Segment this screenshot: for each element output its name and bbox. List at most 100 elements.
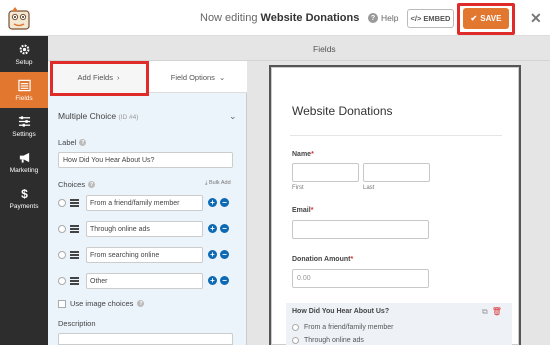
save-button[interactable]: ✔ SAVE [463, 8, 509, 29]
field-type-heading: Multiple Choice (ID #4) [58, 111, 138, 121]
help-icon[interactable]: ? [88, 181, 96, 188]
fields-icon [17, 79, 31, 91]
close-icon[interactable]: ✕ [530, 10, 542, 27]
image-choices-label: Use image choices [70, 299, 134, 308]
subheader-title: Fields [313, 44, 336, 54]
sidebar-item-marketing[interactable]: Marketing [0, 144, 48, 180]
wpforms-logo [8, 7, 30, 30]
choice-row: From a friend/family member + − [58, 195, 238, 211]
field-actions: ⧉ 🗑 [482, 307, 502, 317]
last-sublabel: Last [363, 185, 375, 191]
help-link[interactable]: ? Help [368, 13, 398, 23]
required-mark: * [311, 151, 314, 158]
default-radio[interactable] [58, 199, 66, 207]
field-id: (ID #4) [118, 114, 139, 121]
image-choices-checkbox[interactable] [58, 299, 66, 308]
donation-label: Donation Amount* [292, 256, 353, 263]
chevron-down-icon: ⌄ [218, 72, 226, 82]
gear-icon [19, 44, 29, 54]
panel-tabs: Add Fields › Field Options ⌄ [48, 61, 247, 96]
add-choice-icon[interactable]: + [208, 198, 217, 207]
email-label-text: Email [292, 207, 311, 214]
preview-option-label: From a friend/family member [304, 324, 394, 331]
megaphone-icon [19, 152, 29, 163]
fields-subheader: Fields [48, 36, 550, 61]
builder-sidebar: Setup Fields Settings Marketing $ Paymen… [0, 36, 48, 345]
help-label: Help [381, 13, 399, 23]
form-preview: Website Donations Name* First Last Email… [271, 67, 519, 345]
sidebar-item-label: Payments [9, 202, 39, 210]
top-bar: Now editing Website Donations ? Help </>… [0, 0, 550, 36]
required-mark: * [310, 207, 314, 214]
remove-choice-icon[interactable]: − [220, 198, 229, 207]
label-input[interactable]: How Did You Hear About Us? [58, 152, 233, 168]
drag-handle-icon[interactable] [70, 251, 79, 259]
collapse-chevron-icon[interactable]: ⌄ [229, 111, 237, 122]
choice-row: From searching online + − [58, 247, 238, 263]
choice-input[interactable]: From a friend/family member [86, 195, 203, 211]
remove-choice-icon[interactable]: − [220, 250, 229, 259]
sliders-icon [18, 115, 30, 127]
preview-option: From a friend/family member [292, 324, 393, 331]
sidebar-item-payments[interactable]: $ Payments [0, 180, 48, 216]
drag-handle-icon[interactable] [70, 199, 79, 207]
description-caption: Description [58, 319, 96, 328]
choice-input[interactable]: Through online ads [86, 221, 203, 237]
default-radio[interactable] [58, 251, 66, 259]
preview-radio [292, 337, 299, 344]
embed-label: EMBED [423, 14, 451, 23]
sidebar-item-settings[interactable]: Settings [0, 108, 48, 144]
add-fields-highlight [50, 61, 149, 96]
remove-choice-icon[interactable]: − [220, 276, 229, 285]
selected-field-block[interactable]: How Did You Hear About Us? ⧉ 🗑 From a fr… [286, 303, 512, 345]
add-choice-icon[interactable]: + [208, 276, 217, 285]
form-name: Website Donations [260, 12, 360, 24]
embed-button[interactable]: </> EMBED [407, 9, 454, 28]
sidebar-item-fields[interactable]: Fields [0, 72, 48, 108]
label-caption: Label ? [58, 138, 87, 147]
sidebar-item-setup[interactable]: Setup [0, 36, 48, 72]
help-icon: ? [368, 13, 378, 23]
choices-caption-text: Choices [58, 180, 86, 189]
description-caption-text: Description [58, 319, 96, 328]
sidebar-item-label: Setup [15, 58, 33, 66]
drag-handle-icon[interactable] [70, 225, 79, 233]
preview-option: Through online ads [292, 337, 364, 344]
choice-input[interactable]: Other [86, 273, 203, 289]
tab-field-options[interactable]: Field Options ⌄ [149, 61, 247, 93]
sidebar-item-label: Fields [15, 94, 33, 102]
code-icon: </> [410, 14, 422, 23]
choice-input[interactable]: From searching online [86, 247, 203, 263]
form-preview-area: Website Donations Name* First Last Email… [253, 61, 550, 345]
bulk-add-label: Bulk Add [208, 180, 231, 186]
check-icon: ✔ [470, 14, 478, 23]
trash-icon[interactable]: 🗑 [492, 307, 502, 317]
add-choice-icon[interactable]: + [208, 250, 217, 259]
first-name-input[interactable] [292, 163, 359, 182]
field-type: Multiple Choice [58, 111, 117, 121]
default-radio[interactable] [58, 225, 66, 233]
title-prefix: Now editing [200, 12, 258, 24]
remove-choice-icon[interactable]: − [220, 224, 229, 233]
help-icon[interactable]: ? [79, 139, 87, 146]
tab-label: Field Options [170, 72, 215, 82]
description-textarea[interactable] [58, 333, 233, 345]
drag-handle-icon[interactable] [70, 277, 79, 285]
sidebar-item-label: Marketing [9, 166, 39, 174]
choice-row: Other + − [58, 273, 238, 289]
add-choice-icon[interactable]: + [208, 224, 217, 233]
bulk-add-icon: ⤓ [205, 180, 208, 186]
svg-text:$: $ [21, 187, 28, 200]
image-choices-option: Use image choices ? [58, 299, 145, 308]
donation-input[interactable]: 0.00 [292, 269, 429, 288]
preview-option-label: Through online ads [304, 337, 364, 344]
email-input[interactable] [292, 220, 429, 239]
last-name-input[interactable] [363, 163, 430, 182]
default-radio[interactable] [58, 277, 66, 285]
bulk-add-link[interactable]: ⤓ Bulk Add [205, 180, 231, 187]
help-icon[interactable]: ? [137, 300, 145, 307]
form-title: Website Donations [292, 104, 393, 118]
duplicate-icon[interactable]: ⧉ [482, 307, 488, 317]
required-mark: * [350, 256, 354, 263]
name-label: Name* [292, 151, 314, 158]
